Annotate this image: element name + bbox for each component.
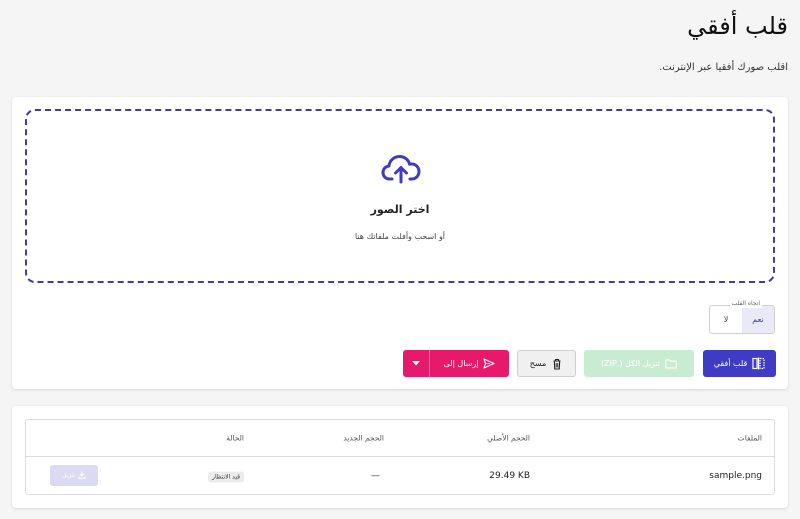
trash-icon [551, 358, 563, 370]
header-original-size: الحجم الأصلي [487, 433, 530, 443]
download-button[interactable]: تنزيل [50, 465, 98, 486]
send-button-label: إرسال إلى [443, 359, 479, 368]
table-header: الملفات الحجم الأصلي الحجم الجديد الحالة [26, 420, 774, 457]
clear-button[interactable]: مسح [517, 350, 576, 377]
file-name: sample.png [709, 471, 762, 481]
cloud-upload-icon [381, 151, 421, 185]
files-card: الملفات الحجم الأصلي الحجم الجديد الحالة… [12, 406, 788, 508]
files-table: الملفات الحجم الأصلي الحجم الجديد الحالة… [25, 419, 775, 495]
folder-icon [665, 358, 677, 369]
clear-button-label: مسح [529, 359, 547, 368]
page-subtitle: اقلب صورك أفقيا عبر الإنترنت. [659, 62, 788, 73]
header-status: الحالة [226, 433, 244, 443]
status-cell: قيد الانتظار [208, 471, 244, 483]
dropzone-title: اختر الصور [370, 203, 430, 216]
new-size: — [371, 471, 380, 481]
download-zip-button[interactable]: تنزيل الكل (.ZIP) [584, 350, 694, 377]
direction-option-no[interactable]: لا [710, 306, 742, 333]
upload-card: اختر الصور أو اسحب وأفلت ملفاتك هنا اتجا… [12, 97, 788, 389]
file-dropzone[interactable]: اختر الصور أو اسحب وأفلت ملفاتك هنا [25, 109, 775, 283]
table-row: sample.png 29.49 KB — قيد الانتظار تنزيل [26, 457, 774, 495]
send-to-dropdown-button[interactable] [403, 350, 430, 377]
status-badge: قيد الانتظار [208, 471, 244, 483]
download-button-label: تنزيل [62, 472, 76, 479]
flip-button-label: قلب أفقي [713, 359, 748, 368]
header-new-size: الحجم الجديد [343, 433, 384, 443]
flip-direction-toggle: اتجاه القلب لا نعم [709, 300, 775, 334]
original-size: 29.49 KB [489, 471, 530, 481]
send-to-button[interactable]: إرسال إلى [430, 350, 509, 377]
caret-down-icon [412, 361, 420, 366]
dropzone-hint: أو اسحب وأفلت ملفاتك هنا [354, 232, 446, 241]
direction-option-yes[interactable]: نعم [742, 306, 774, 333]
download-icon [78, 471, 86, 481]
flip-horizontal-button[interactable]: قلب أفقي [703, 350, 776, 377]
zip-button-label: تنزيل الكل (.ZIP) [600, 359, 661, 368]
page-title: قلب أفقي [687, 12, 788, 40]
header-files: الملفات [737, 433, 762, 443]
flip-icon [752, 357, 765, 370]
flip-direction-legend: اتجاه القلب [729, 300, 762, 308]
send-icon [483, 358, 496, 369]
